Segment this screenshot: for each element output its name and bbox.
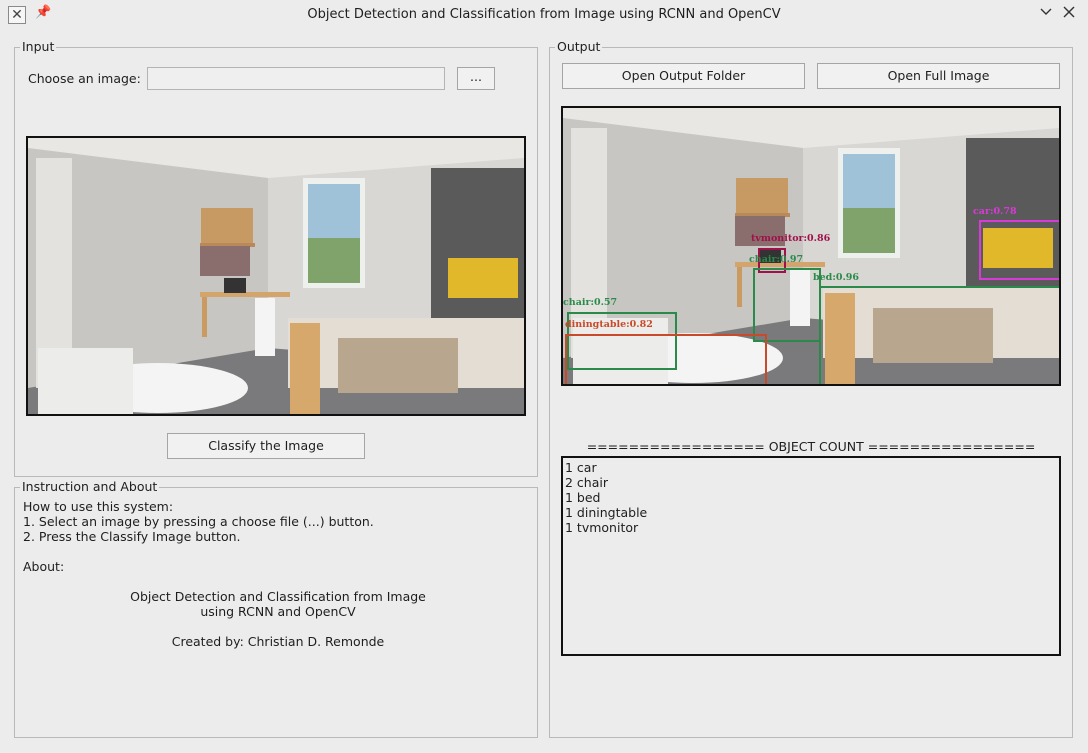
detection-label-diningtable: diningtable:0.82 bbox=[565, 319, 653, 330]
output-image: car:0.78 tvmonitor:0.86 chair:0.97 bed:0… bbox=[561, 106, 1061, 386]
detection-label-tvmonitor: tvmonitor:0.86 bbox=[751, 233, 831, 244]
count-item: 1 diningtable bbox=[565, 505, 648, 520]
count-item: 1 car bbox=[565, 460, 597, 475]
browse-button[interactable]: ... bbox=[457, 67, 495, 90]
room-photo bbox=[28, 138, 524, 414]
window-title: Object Detection and Classification from… bbox=[307, 7, 781, 22]
input-legend: Input bbox=[20, 39, 57, 54]
about-title-1: Object Detection and Classification from… bbox=[130, 589, 426, 604]
instruction-legend: Instruction and About bbox=[20, 479, 160, 494]
about-title-2: using RCNN and OpenCV bbox=[200, 604, 356, 619]
open-output-folder-button[interactable]: Open Output Folder bbox=[562, 63, 805, 89]
detection-box-car bbox=[979, 220, 1059, 280]
open-full-image-button[interactable]: Open Full Image bbox=[817, 63, 1060, 89]
title-bar: ✕ 📌 Object Detection and Classification … bbox=[0, 0, 1088, 30]
about-heading: About: bbox=[23, 559, 65, 574]
detection-label-car: car:0.78 bbox=[973, 206, 1017, 217]
instruction-text: How to use this system: 1. Select an ima… bbox=[23, 499, 533, 649]
howto-heading: How to use this system: bbox=[23, 499, 174, 514]
detection-box-diningtable bbox=[565, 334, 767, 384]
detection-label-bed: bed:0.96 bbox=[813, 272, 859, 283]
choose-image-label: Choose an image: bbox=[28, 71, 141, 86]
step-2: 2. Press the Classify Image button. bbox=[23, 529, 241, 544]
count-item: 1 bed bbox=[565, 490, 601, 505]
detection-label-chair-2: chair:0.57 bbox=[563, 297, 618, 308]
detection-box-chair-1 bbox=[753, 268, 821, 342]
detection-label-chair-1: chair:0.97 bbox=[749, 254, 804, 265]
detection-box-bed bbox=[819, 286, 1059, 384]
step-1: 1. Select an image by pressing a choose … bbox=[23, 514, 374, 529]
output-legend: Output bbox=[555, 39, 603, 54]
object-count-list[interactable]: 1 car 2 chair 1 bed 1 diningtable 1 tvmo… bbox=[561, 456, 1061, 656]
close-icon[interactable] bbox=[1062, 5, 1076, 23]
input-image bbox=[26, 136, 526, 416]
classify-button[interactable]: Classify the Image bbox=[167, 433, 365, 459]
count-item: 1 tvmonitor bbox=[565, 520, 639, 535]
chevron-down-icon[interactable] bbox=[1039, 5, 1053, 23]
count-item: 2 chair bbox=[565, 475, 608, 490]
image-path-field[interactable] bbox=[147, 67, 445, 90]
object-count-header: ================= OBJECT COUNT =========… bbox=[586, 439, 1036, 454]
author-credit: Created by: Christian D. Remonde bbox=[171, 634, 385, 649]
